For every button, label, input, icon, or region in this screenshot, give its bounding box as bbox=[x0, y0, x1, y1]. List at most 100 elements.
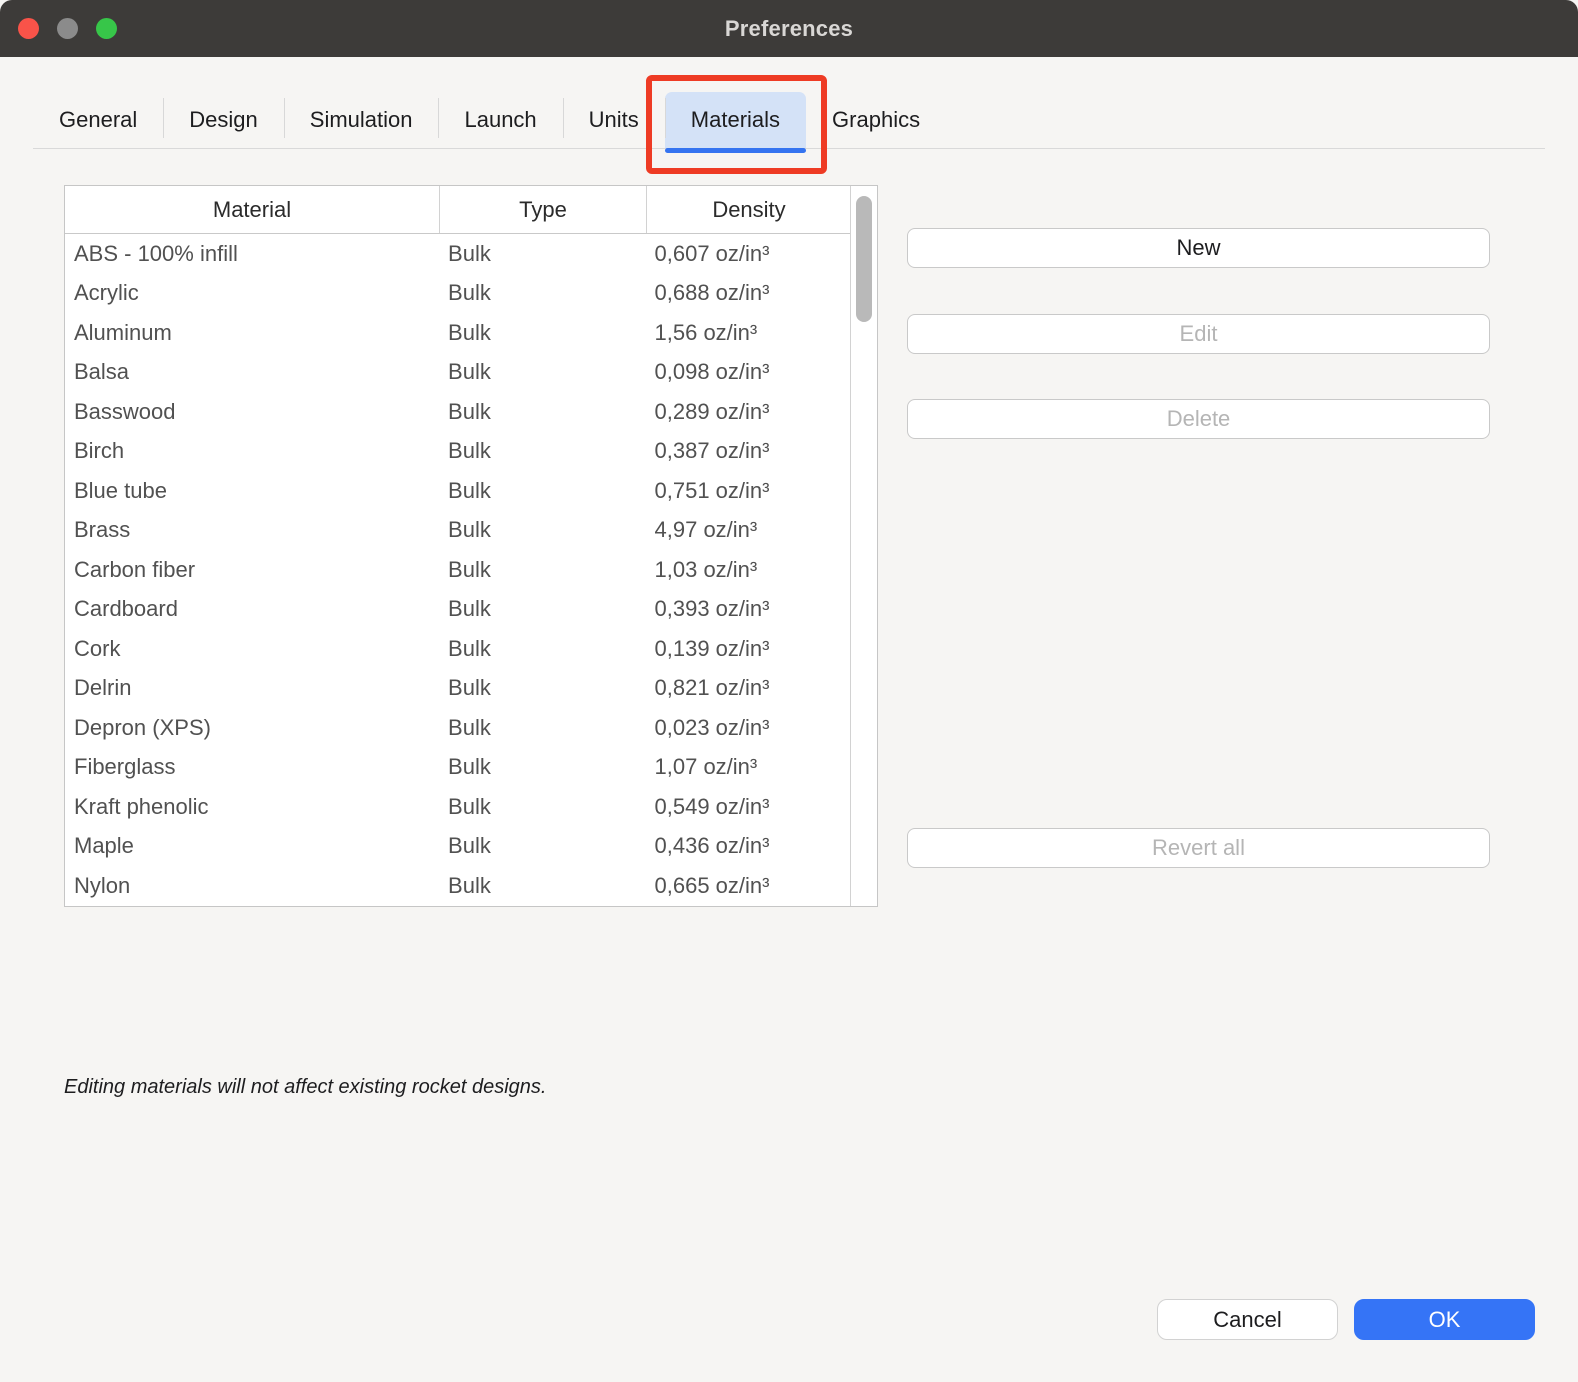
cell-type: Bulk bbox=[439, 794, 645, 820]
table-row[interactable]: CardboardBulk0,393 oz/in³ bbox=[65, 590, 850, 630]
tab-label: Units bbox=[589, 107, 639, 133]
cell-type: Bulk bbox=[439, 517, 645, 543]
note-text: Editing materials will not affect existi… bbox=[64, 1076, 546, 1099]
tab-materials[interactable]: Materials bbox=[665, 92, 806, 148]
cell-material: Delrin bbox=[65, 675, 439, 701]
table-row[interactable]: Carbon fiberBulk1,03 oz/in³ bbox=[65, 550, 850, 590]
cell-density: 0,023 oz/in³ bbox=[646, 715, 850, 741]
table-row[interactable]: NylonBulk0,665 oz/in³ bbox=[65, 866, 850, 906]
tab-label: Simulation bbox=[310, 107, 413, 133]
column-header-density[interactable]: Density bbox=[647, 186, 852, 233]
column-header-material[interactable]: Material bbox=[65, 186, 440, 233]
close-button[interactable] bbox=[18, 18, 39, 39]
cell-density: 0,688 oz/in³ bbox=[646, 280, 850, 306]
preferences-window: Preferences General Design Simulation Launc… bbox=[0, 0, 1578, 1382]
cell-density: 0,387 oz/in³ bbox=[646, 438, 850, 464]
cell-type: Bulk bbox=[439, 438, 645, 464]
scrollbar-track[interactable] bbox=[850, 186, 877, 906]
cell-density: 1,07 oz/in³ bbox=[646, 754, 850, 780]
cell-material: Acrylic bbox=[65, 280, 439, 306]
tab-simulation[interactable]: Simulation bbox=[284, 92, 439, 148]
cell-material: Cork bbox=[65, 636, 439, 662]
cell-material: Fiberglass bbox=[65, 754, 439, 780]
cell-type: Bulk bbox=[439, 241, 645, 267]
cell-density: 1,56 oz/in³ bbox=[646, 320, 850, 346]
cell-type: Bulk bbox=[439, 478, 645, 504]
table-row[interactable]: ABS - 100% infillBulk0,607 oz/in³ bbox=[65, 234, 850, 274]
cell-material: Brass bbox=[65, 517, 439, 543]
table-body: ABS - 100% infillBulk0,607 oz/in³Acrylic… bbox=[65, 234, 850, 906]
tab-design[interactable]: Design bbox=[163, 92, 283, 148]
delete-button[interactable]: Delete bbox=[907, 399, 1490, 439]
table-row[interactable]: Depron (XPS)Bulk0,023 oz/in³ bbox=[65, 708, 850, 748]
table-row[interactable]: AluminumBulk1,56 oz/in³ bbox=[65, 313, 850, 353]
cell-density: 0,436 oz/in³ bbox=[646, 833, 850, 859]
cell-type: Bulk bbox=[439, 320, 645, 346]
table-row[interactable]: BrassBulk4,97 oz/in³ bbox=[65, 511, 850, 551]
table-row[interactable]: DelrinBulk0,821 oz/in³ bbox=[65, 669, 850, 709]
table-row[interactable]: Blue tubeBulk0,751 oz/in³ bbox=[65, 471, 850, 511]
cell-material: Depron (XPS) bbox=[65, 715, 439, 741]
tab-label: Launch bbox=[464, 107, 536, 133]
cell-type: Bulk bbox=[439, 280, 645, 306]
tab-label: General bbox=[59, 107, 137, 133]
cell-type: Bulk bbox=[439, 399, 645, 425]
table-row[interactable]: Kraft phenolicBulk0,549 oz/in³ bbox=[65, 787, 850, 827]
cell-type: Bulk bbox=[439, 833, 645, 859]
cell-material: Birch bbox=[65, 438, 439, 464]
cell-material: Maple bbox=[65, 833, 439, 859]
cell-material: Nylon bbox=[65, 873, 439, 899]
cell-density: 0,607 oz/in³ bbox=[646, 241, 850, 267]
cell-density: 4,97 oz/in³ bbox=[646, 517, 850, 543]
scrollbar-thumb[interactable] bbox=[856, 196, 872, 322]
minimize-button[interactable] bbox=[57, 18, 78, 39]
cell-type: Bulk bbox=[439, 873, 645, 899]
cell-density: 0,665 oz/in³ bbox=[646, 873, 850, 899]
cell-material: Cardboard bbox=[65, 596, 439, 622]
table-row[interactable]: BasswoodBulk0,289 oz/in³ bbox=[65, 392, 850, 432]
tab-label: Design bbox=[189, 107, 257, 133]
cell-type: Bulk bbox=[439, 557, 645, 583]
table-row[interactable]: AcrylicBulk0,688 oz/in³ bbox=[65, 274, 850, 314]
cell-type: Bulk bbox=[439, 596, 645, 622]
table-row[interactable]: BalsaBulk0,098 oz/in³ bbox=[65, 353, 850, 393]
ok-button[interactable]: OK bbox=[1354, 1299, 1535, 1340]
cell-material: Balsa bbox=[65, 359, 439, 385]
cell-material: Aluminum bbox=[65, 320, 439, 346]
tab-bar: General Design Simulation Launch Units Materi… bbox=[33, 92, 1545, 149]
window-title: Preferences bbox=[725, 16, 853, 42]
table-row[interactable]: FiberglassBulk1,07 oz/in³ bbox=[65, 748, 850, 788]
cell-type: Bulk bbox=[439, 636, 645, 662]
cell-density: 0,751 oz/in³ bbox=[646, 478, 850, 504]
cell-material: Basswood bbox=[65, 399, 439, 425]
cell-density: 1,03 oz/in³ bbox=[646, 557, 850, 583]
cell-material: Carbon fiber bbox=[65, 557, 439, 583]
cell-density: 0,549 oz/in³ bbox=[646, 794, 850, 820]
new-button[interactable]: New bbox=[907, 228, 1490, 268]
table-row[interactable]: BirchBulk0,387 oz/in³ bbox=[65, 432, 850, 472]
column-header-type[interactable]: Type bbox=[440, 186, 647, 233]
tab-label: Materials bbox=[691, 107, 780, 133]
cell-density: 0,289 oz/in³ bbox=[646, 399, 850, 425]
zoom-button[interactable] bbox=[96, 18, 117, 39]
revert-all-button[interactable]: Revert all bbox=[907, 828, 1490, 868]
table-row[interactable]: CorkBulk0,139 oz/in³ bbox=[65, 629, 850, 669]
tab-graphics[interactable]: Graphics bbox=[806, 92, 946, 148]
tab-general[interactable]: General bbox=[33, 92, 163, 148]
cancel-button[interactable]: Cancel bbox=[1157, 1299, 1338, 1340]
table-row[interactable]: MapleBulk0,436 oz/in³ bbox=[65, 827, 850, 867]
table-header: MaterialTypeDensity bbox=[65, 186, 877, 234]
titlebar: Preferences bbox=[0, 0, 1578, 57]
cell-density: 0,393 oz/in³ bbox=[646, 596, 850, 622]
traffic-lights bbox=[18, 0, 117, 57]
materials-table: MaterialTypeDensity ABS - 100% infillBul… bbox=[64, 185, 878, 907]
cell-density: 0,098 oz/in³ bbox=[646, 359, 850, 385]
tab-launch[interactable]: Launch bbox=[438, 92, 562, 148]
tab-label: Graphics bbox=[832, 107, 920, 133]
cell-material: Blue tube bbox=[65, 478, 439, 504]
cell-type: Bulk bbox=[439, 675, 645, 701]
cell-density: 0,139 oz/in³ bbox=[646, 636, 850, 662]
cell-density: 0,821 oz/in³ bbox=[646, 675, 850, 701]
tab-units[interactable]: Units bbox=[563, 92, 665, 148]
edit-button[interactable]: Edit bbox=[907, 314, 1490, 354]
